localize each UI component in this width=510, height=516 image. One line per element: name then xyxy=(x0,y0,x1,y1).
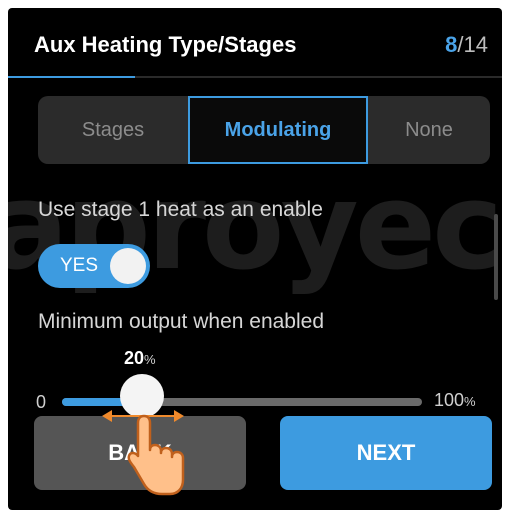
progress-fill xyxy=(8,76,135,78)
aux-type-segmented-control: Stages Modulating None xyxy=(38,96,490,164)
min-output-unit: % xyxy=(144,352,156,367)
min-output-slider[interactable] xyxy=(62,398,422,406)
slider-max-number: 100 xyxy=(434,390,465,410)
step-current: 8 xyxy=(445,32,458,57)
step-counter: 8/14 xyxy=(445,32,488,58)
stage1-enable-toggle[interactable]: YES xyxy=(38,244,150,288)
step-total: /14 xyxy=(457,32,488,57)
hand-pointer-icon xyxy=(127,414,185,496)
slider-max-label: 100% xyxy=(434,390,476,411)
min-output-label: Minimum output when enabled xyxy=(38,310,325,333)
min-output-value: 20% xyxy=(124,348,156,369)
min-output-number: 20 xyxy=(124,348,145,368)
slider-max-unit: % xyxy=(464,394,476,409)
toggle-text: YES xyxy=(60,255,99,276)
stage1-enable-label: Use stage 1 heat as an enable xyxy=(38,198,323,221)
thermostat-screen: Aux Heating Type/Stages 8/14 aproyec Sta… xyxy=(8,8,502,510)
slider-min-label: 0 xyxy=(36,392,47,412)
toggle-knob xyxy=(110,248,146,284)
scrollbar[interactable] xyxy=(494,214,498,300)
option-modulating[interactable]: Modulating xyxy=(188,96,368,164)
option-none[interactable]: None xyxy=(368,96,490,164)
option-stages[interactable]: Stages xyxy=(38,96,188,164)
page-title: Aux Heating Type/Stages xyxy=(34,32,297,57)
next-button[interactable]: NEXT xyxy=(280,416,492,490)
progress-bar xyxy=(8,76,502,78)
header: Aux Heating Type/Stages 8/14 xyxy=(8,8,502,78)
